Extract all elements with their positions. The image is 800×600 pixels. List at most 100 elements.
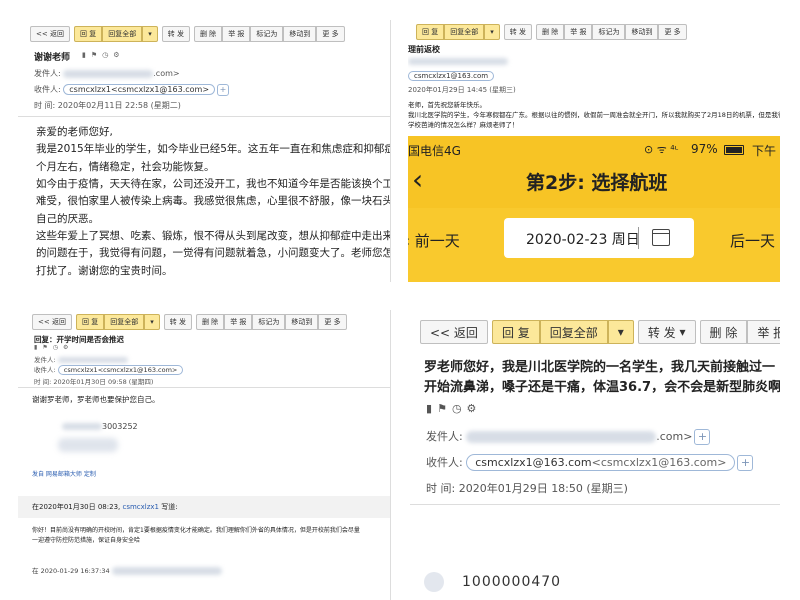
mark-as-button[interactable]: 标记为 (592, 24, 626, 40)
body-line: 自己的厌恶。 (36, 212, 99, 225)
recipient-chip[interactable]: csmcxlzx1@163.com<csmcxlzx1@163.com> (466, 454, 736, 471)
body-line: 个月左右，情绪稳定，社会功能恢复。 (36, 160, 215, 173)
email-subject: 谢谢老师 (34, 53, 71, 63)
date-picker[interactable]: 2020-02-23 周日 (504, 218, 694, 258)
quote-head: 在2020年01月30日 08:23, (32, 503, 123, 511)
reply-dropdown-icon[interactable]: ▾ (142, 26, 158, 42)
reply-button[interactable]: 回 复 (75, 314, 105, 330)
bookmark-icon[interactable]: ▮ (426, 402, 432, 415)
more-button[interactable]: 更 多 (318, 314, 347, 330)
date-strip: ‹ 前一天 2020-02-23 周日 后一天 (408, 208, 780, 282)
sender-row (408, 57, 508, 65)
next-day-button[interactable]: 后一天 (730, 230, 775, 251)
flag-icon[interactable]: ⚑ (437, 402, 447, 415)
sender-label: 发件人: (426, 430, 463, 443)
reply-dropdown-icon[interactable]: ▾ (484, 24, 500, 40)
prev-day-label: 前一天 (414, 232, 460, 250)
add-contact-icon[interactable]: + (694, 429, 711, 445)
mail-app-tag[interactable]: 发自 网易邮箱大师 定制 (32, 470, 96, 480)
settings-icon[interactable]: ⚙ (113, 51, 119, 59)
clock-icon[interactable]: ◷ (53, 344, 58, 351)
sender-label: 发件人: (34, 69, 61, 78)
email-body: 亲爱的老师您好, 我是2015年毕业的学生，如今毕业已经5年。这五年一直在和焦虑… (36, 124, 390, 280)
clock-icon[interactable]: ◷ (102, 51, 108, 59)
move-to-button[interactable]: 移动到 (285, 314, 319, 330)
recipient-row: 收件人: csmcxlzx1<csmcxlzx1@163.com> (34, 364, 184, 375)
reply-dropdown-icon[interactable]: ▾ (144, 314, 160, 330)
calendar-icon[interactable] (652, 229, 670, 246)
reply-button[interactable]: 回 复 (416, 24, 445, 40)
forward-button[interactable]: 转 发 ▾ (637, 320, 696, 344)
forward-button[interactable]: 转 发 (503, 24, 532, 40)
sender-row: 发件人: .com> (34, 68, 180, 79)
bookmark-icon[interactable]: ▮ (34, 344, 37, 351)
time-value: 2020年01月30日 09:58 (星期四) (53, 378, 154, 386)
sender-row: 发件人: .com> + (426, 428, 711, 445)
add-contact-icon[interactable]: + (217, 84, 230, 96)
recipient-chip[interactable]: csmcxlzx1<csmcxlzx1@163.com> (63, 84, 216, 95)
recipient-chip[interactable]: csmcxlzx1@163.com (408, 71, 495, 81)
recipient-row: 收件人: csmcxlzx1@163.com<csmcxlzx1@163.com… (426, 454, 754, 471)
quote-body: 你好！目前尚没有明确的开校时间，肯定1要根据疫情变化才能确定。我们理解你们外省的… (32, 526, 360, 546)
reply-all-button[interactable]: 回复全部 (104, 314, 145, 330)
mark-as-button[interactable]: 标记为 (250, 26, 284, 42)
time-row: 时 间: 2020年01月29日 18:50 (星期三) (426, 480, 628, 496)
clock-icon[interactable]: ◷ (452, 402, 462, 415)
email-panel-return-school: 回 复 回复全部 ▾ 转 发 删 除 举 报 标记为 移动到 更 多 理前返校 … (408, 20, 780, 282)
move-to-button[interactable]: 移动到 (283, 26, 317, 42)
report-button[interactable]: 举 报 (747, 320, 780, 344)
date-divider (638, 227, 639, 249)
phone-fragment: 3003252 (102, 422, 138, 431)
battery-icon (724, 145, 744, 155)
report-button[interactable]: 举 报 (564, 24, 593, 40)
quote-header: 在2020年01月30日 08:23, csmcxlzx1 写道: (18, 496, 390, 518)
back-button[interactable]: << 返回 (32, 314, 72, 330)
more-button[interactable]: 更 多 (658, 24, 687, 40)
mail-toolbar: << 返回 回 复 回复全部 ▾ 转 发 删 除 举 报 标记为 移动到 更 多 (30, 26, 345, 42)
flag-icon[interactable]: ⚑ (91, 51, 97, 59)
prev-day-button[interactable]: ‹ 前一天 (408, 230, 460, 251)
battery-percent: 97% (691, 142, 718, 156)
email-panel-delay-reply: << 返回 回 复 回复全部 ▾ 转 发 删 除 举 报 标记为 移动到 更 多… (18, 310, 391, 600)
forward-button[interactable]: 转 发 (161, 26, 190, 42)
reply-all-button[interactable]: 回复全部 (539, 320, 608, 344)
email-subject: 理前返校 (408, 45, 440, 54)
email-panel-thanks: << 返回 回 复 回复全部 ▾ 转 发 删 除 举 报 标记为 移动到 更 多… (18, 20, 391, 282)
delete-button[interactable]: 删 除 (195, 314, 225, 330)
blurred-number: 1000000470 (462, 574, 562, 590)
recipient-chip[interactable]: csmcxlzx1<csmcxlzx1@163.com> (57, 365, 184, 375)
time-value: 2020年02月11日 22:58 (星期二) (57, 101, 181, 110)
move-to-button[interactable]: 移动到 (625, 24, 659, 40)
more-button[interactable]: 更 多 (316, 26, 345, 42)
forward-button[interactable]: 转 发 (163, 314, 192, 330)
body-line: 学校芭滩的情况怎么样？麻烦老师了！ (408, 121, 519, 130)
delete-button[interactable]: 删 除 (699, 320, 748, 344)
back-button[interactable]: << 返回 (420, 320, 488, 344)
delete-button[interactable]: 删 除 (193, 26, 223, 42)
reply-all-button[interactable]: 回复全部 (102, 26, 143, 42)
reply-all-button[interactable]: 回复全部 (444, 24, 485, 40)
settings-icon[interactable]: ⚙ (63, 344, 68, 351)
time-label: 时 间: (34, 378, 52, 386)
back-arrow-icon[interactable]: ‹ (412, 166, 423, 194)
divider (18, 387, 390, 388)
settings-icon[interactable]: ⚙ (467, 402, 477, 415)
quote-user-link[interactable]: csmcxlzx1 (122, 503, 159, 511)
reply-button[interactable]: 回 复 (491, 320, 540, 344)
email-panel-covid-question: << 返回 回 复 回复全部 ▾ 转 发 ▾ 删 除 举 报 罗老师您好，我是川… (410, 314, 780, 600)
delete-button[interactable]: 删 除 (535, 24, 565, 40)
body-line: 老师，首先祝您新年快乐。 (408, 101, 486, 109)
back-button[interactable]: << 返回 (30, 26, 70, 42)
mark-as-button[interactable]: 标记为 (252, 314, 286, 330)
blurred-phone: 3003252 (62, 420, 138, 433)
bookmark-icon[interactable]: ▮ (82, 51, 86, 59)
time-label: 时 间: (34, 101, 56, 110)
add-contact-icon[interactable]: + (737, 455, 754, 471)
reply-button[interactable]: 回 复 (73, 26, 103, 42)
sender-suffix: .com> (153, 69, 180, 78)
report-button[interactable]: 举 报 (224, 314, 253, 330)
flag-icon[interactable]: ⚑ (42, 344, 47, 351)
reply-dropdown-icon[interactable]: ▾ (607, 320, 634, 344)
report-button[interactable]: 举 报 (222, 26, 251, 42)
step-title: 第2步: 选择航班 (526, 172, 668, 194)
